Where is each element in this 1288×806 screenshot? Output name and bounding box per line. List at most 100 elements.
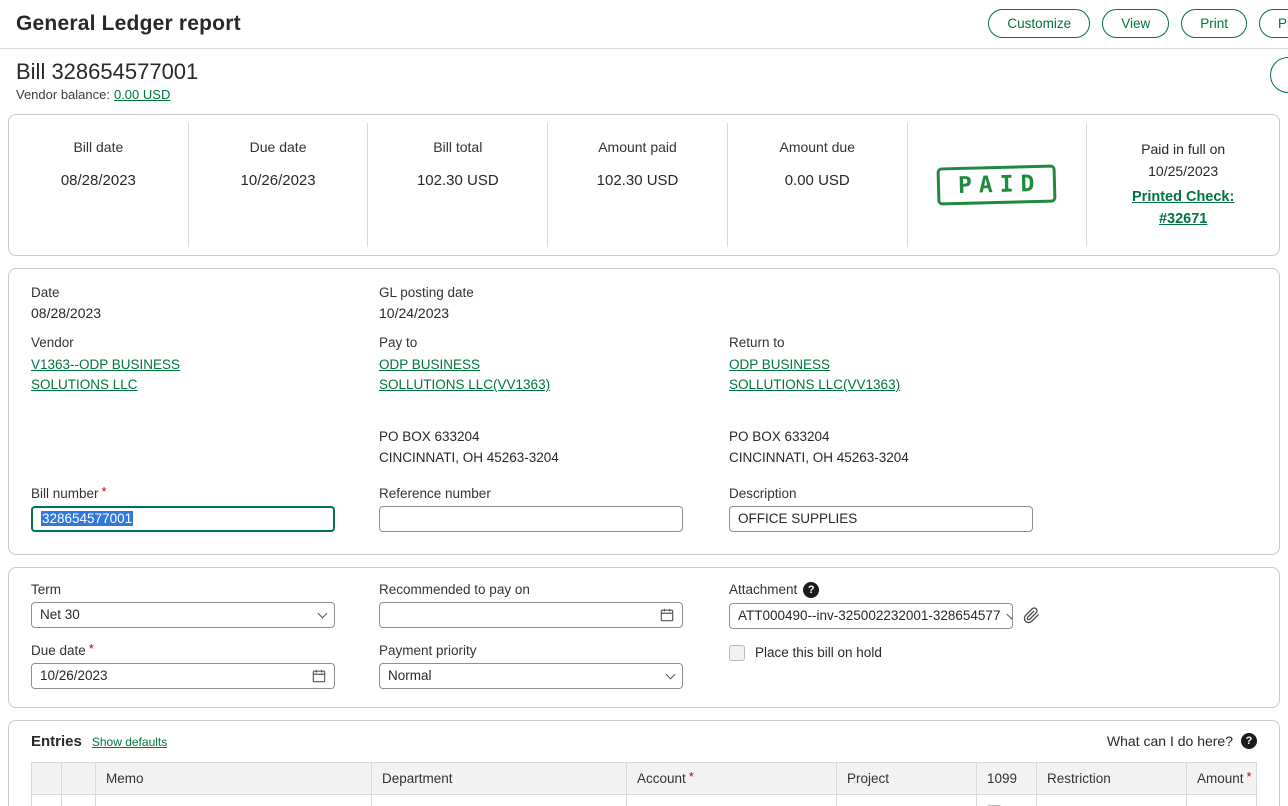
vendor-balance: Vendor balance: 0.00 USD [0, 85, 1288, 102]
payment-priority-label: Payment priority [379, 643, 729, 658]
return-to-field: Return to ODP BUSINESS SOLLUTIONS LLC(VV… [729, 335, 1257, 468]
recommended-pay-input[interactable] [379, 602, 683, 628]
vendor-balance-link[interactable]: 0.00 USD [114, 87, 170, 102]
required-marker: * [89, 641, 94, 656]
recommended-pay-label: Recommended to pay on [379, 582, 729, 597]
entries-header-row: Memo Department Account* Project 1099 Re… [32, 762, 1257, 794]
payment-options-card: Term Net 30 Recommended to pay on Attach… [8, 567, 1280, 708]
return-to-label: Return to [729, 335, 1257, 350]
paid-stamp: PAID [937, 164, 1057, 205]
printed-check-link[interactable]: Printed Check: #32671 [1121, 187, 1246, 231]
department-column-header: Department [372, 762, 627, 794]
term-select[interactable]: Net 30 [31, 602, 335, 628]
return-to-link[interactable]: ODP BUSINESS SOLLUTIONS LLC(VV1363) [729, 355, 907, 396]
term-label: Term [31, 582, 379, 597]
hold-checkbox-label: Place this bill on hold [755, 645, 882, 660]
help-icon[interactable]: ? [1241, 733, 1257, 749]
process-button[interactable]: Pro [1259, 9, 1288, 38]
paid-in-full-text: Paid in full on [1141, 139, 1225, 161]
term-field: Term Net 30 [31, 582, 379, 629]
amount-column-header: Amount* [1187, 762, 1257, 794]
reference-number-field: Reference number [379, 486, 729, 532]
bill-number-input[interactable]: 328654577001 [31, 506, 335, 532]
date-label: Date [31, 285, 379, 300]
summary-label: Bill total [433, 139, 482, 155]
entry-department-cell: 110--General Administrative [372, 794, 627, 806]
summary-amount-paid: Amount paid 102.30 USD [548, 123, 728, 247]
paperclip-icon[interactable] [1023, 607, 1040, 624]
vendor-balance-label: Vendor balance: [16, 87, 110, 102]
summary-label: Amount paid [598, 139, 677, 155]
reference-number-input[interactable] [379, 506, 683, 532]
entry-restriction-cell: Unrestricted [1037, 794, 1187, 806]
return-to-address-line1: PO BOX 633204 [729, 427, 1257, 447]
attachment-field: Attachment ? ATT000490--inv-325002232001… [729, 582, 1257, 629]
pay-to-address: PO BOX 633204 CINCINNATI, OH 45263-3204 [379, 427, 729, 468]
summary-value: 102.30 USD [597, 172, 679, 189]
project-column-header: Project [837, 762, 977, 794]
entries-card: Entries Show defaults What can I do here… [8, 720, 1280, 806]
due-date-input[interactable]: 10/26/2023 [31, 663, 335, 689]
memo-column-header: Memo [96, 762, 372, 794]
hold-checkbox[interactable] [729, 645, 745, 661]
hold-field: Place this bill on hold [729, 643, 1257, 689]
bill-details-card: Date 08/28/2023 GL posting date 10/24/20… [8, 268, 1280, 555]
chevron-down-icon [1007, 609, 1013, 619]
entries-title: Entries [31, 733, 82, 750]
entries-table: Memo Department Account* Project 1099 Re… [31, 762, 1257, 806]
customize-button[interactable]: Customize [988, 9, 1090, 38]
summary-label: Due date [250, 139, 307, 155]
vendor-field: Vendor V1363--ODP BUSINESS SOLUTIONS LLC [31, 335, 379, 468]
gl-posting-date-label: GL posting date [379, 285, 729, 300]
pay-to-link[interactable]: ODP BUSINESS SOLLUTIONS LLC(VV1363) [379, 355, 557, 396]
summary-label: Bill date [73, 139, 123, 155]
bill-number-field: Bill number* 328654577001 [31, 486, 379, 532]
bill-summary-card: Bill date 08/28/2023 Due date 10/26/2023… [8, 114, 1280, 256]
required-marker: * [1247, 769, 1252, 784]
top-bar: General Ledger report Customize View Pri… [0, 0, 1288, 49]
reference-number-label: Reference number [379, 486, 729, 501]
date-field: Date 08/28/2023 [31, 285, 379, 321]
vendor-label: Vendor [31, 335, 379, 350]
drag-handle-icon[interactable]: ≡ [42, 802, 52, 806]
pay-to-address-line2: CINCINNATI, OH 45263-3204 [379, 448, 729, 468]
view-button[interactable]: View [1102, 9, 1169, 38]
bill-header: Bill 328654577001 [0, 49, 1288, 85]
entry-row: ≡ 1 OFFICE SUPPLIES 110--General Adminis… [32, 794, 1257, 806]
due-date-label: Due date* [31, 643, 379, 658]
page-title: General Ledger report [16, 12, 241, 36]
restriction-column-header: Restriction [1037, 762, 1187, 794]
pay-to-label: Pay to [379, 335, 729, 350]
vendor-link[interactable]: V1363--ODP BUSINESS SOLUTIONS LLC [31, 355, 209, 396]
entry-1099-cell [977, 794, 1037, 806]
chevron-down-icon [666, 669, 676, 679]
drag-column-header [32, 762, 62, 794]
attachment-select[interactable]: ATT000490--inv-325002232001-328654577 [729, 603, 1013, 629]
summary-value: 10/26/2023 [241, 172, 316, 189]
print-button[interactable]: Print [1181, 9, 1247, 38]
summary-value: 102.30 USD [417, 172, 499, 189]
paid-stamp-column: PAID [908, 123, 1088, 247]
bill-title: Bill 328654577001 [16, 59, 1272, 85]
gl-posting-date-value: 10/24/2023 [379, 305, 729, 321]
row-number-column-header [62, 762, 96, 794]
required-marker: * [102, 484, 107, 499]
recommended-pay-field: Recommended to pay on [379, 582, 729, 629]
pay-to-address-line1: PO BOX 633204 [379, 427, 729, 447]
description-field: Description OFFICE SUPPLIES [729, 486, 1257, 532]
help-icon[interactable]: ? [803, 582, 819, 598]
paid-date: 10/25/2023 [1148, 161, 1218, 183]
summary-bill-total: Bill total 102.30 USD [368, 123, 548, 247]
payment-priority-field: Payment priority Normal [379, 643, 729, 689]
toolbar-buttons: Customize View Print Pro [988, 9, 1272, 38]
1099-column-header: 1099 [977, 762, 1037, 794]
entry-memo-cell: OFFICE SUPPLIES [96, 794, 372, 806]
payment-priority-select[interactable]: Normal [379, 663, 683, 689]
summary-value: 08/28/2023 [61, 172, 136, 189]
attachment-label-row: Attachment ? [729, 582, 1257, 598]
description-input[interactable]: OFFICE SUPPLIES [729, 506, 1033, 532]
show-defaults-link[interactable]: Show defaults [92, 735, 167, 749]
due-date-field: Due date* 10/26/2023 [31, 643, 379, 689]
summary-due-date: Due date 10/26/2023 [189, 123, 369, 247]
paid-info-column: Paid in full on 10/25/2023 Printed Check… [1087, 123, 1279, 247]
